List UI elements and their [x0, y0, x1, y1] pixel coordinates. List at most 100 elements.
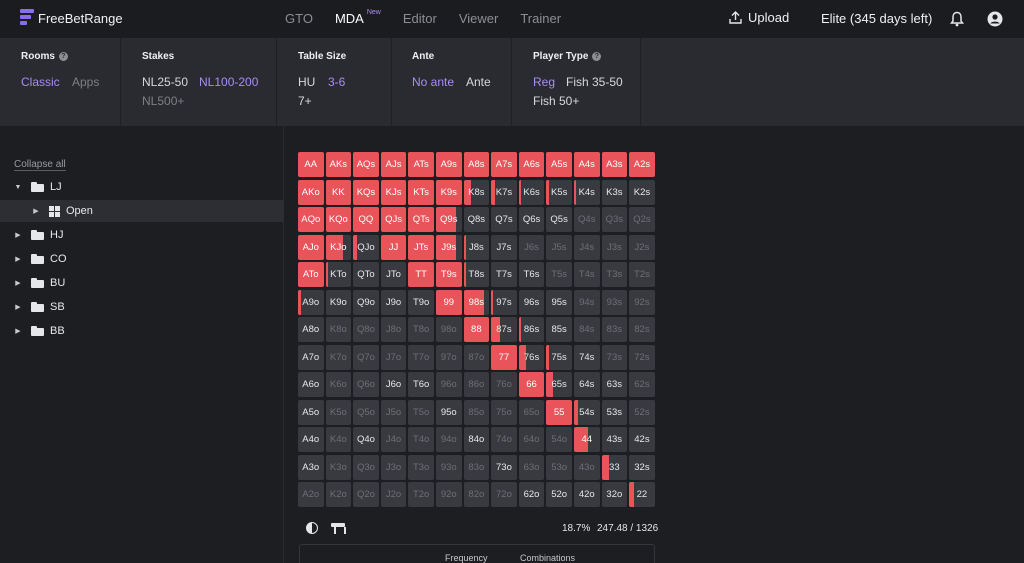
- hand-cell-t6s[interactable]: T6s: [518, 262, 545, 287]
- caret-right-icon[interactable]: ▶: [31, 207, 41, 215]
- hand-cell-jj[interactable]: JJ: [380, 234, 407, 260]
- hand-cell-k6o[interactable]: K6o: [325, 372, 352, 397]
- hand-cell-q5o[interactable]: Q5o: [353, 399, 379, 425]
- hand-cell-jts[interactable]: JTs: [408, 234, 434, 260]
- hand-cell-q9o[interactable]: Q9o: [353, 289, 379, 315]
- hand-cell-j8s[interactable]: J8s: [463, 234, 490, 260]
- hand-cell-42s[interactable]: 42s: [629, 427, 655, 452]
- hand-cell-t3s[interactable]: T3s: [601, 262, 628, 287]
- hand-cell-qts[interactable]: QTs: [408, 207, 434, 232]
- hand-cell-a5s[interactable]: A5s: [546, 152, 572, 177]
- filter-option-nl100-200[interactable]: NL100-200: [199, 75, 258, 89]
- hand-cell-qjo[interactable]: QJo: [353, 234, 379, 260]
- tree-item-bb[interactable]: ▶ BB: [0, 320, 284, 342]
- hand-cell-t2s[interactable]: T2s: [629, 262, 655, 287]
- hand-cell-kk[interactable]: KK: [325, 179, 352, 205]
- hand-cell-j8o[interactable]: J8o: [380, 317, 407, 342]
- hand-cell-t7o[interactable]: T7o: [408, 344, 434, 370]
- hand-cell-a8o[interactable]: A8o: [298, 317, 324, 342]
- help-icon[interactable]: ?: [58, 52, 68, 61]
- hand-cell-k5o[interactable]: K5o: [325, 399, 352, 425]
- tree-item-sb[interactable]: ▶ SB: [0, 296, 284, 318]
- hand-cell-q5s[interactable]: Q5s: [546, 207, 572, 232]
- hand-cell-95s[interactable]: 95s: [546, 289, 572, 315]
- hand-cell-73o[interactable]: 73o: [491, 454, 517, 480]
- filter-option-nl25-50[interactable]: NL25-50: [142, 75, 188, 89]
- hand-cell-t8s[interactable]: T8s: [463, 262, 490, 287]
- caret-right-icon[interactable]: ▶: [13, 279, 23, 287]
- hand-cell-k7o[interactable]: K7o: [325, 344, 352, 370]
- hand-cell-52s[interactable]: 52s: [629, 399, 655, 425]
- hand-cell-44[interactable]: 44: [574, 427, 600, 452]
- hand-cell-32s[interactable]: 32s: [629, 454, 655, 480]
- tree-item-hj[interactable]: ▶ HJ: [0, 224, 284, 246]
- hand-cell-88[interactable]: 88: [463, 317, 490, 342]
- hand-cell-a4s[interactable]: A4s: [574, 152, 600, 177]
- hand-cell-q2s[interactable]: Q2s: [629, 207, 655, 232]
- hand-cell-a2o[interactable]: A2o: [298, 482, 324, 507]
- help-icon[interactable]: ?: [592, 52, 602, 61]
- hand-cell-86o[interactable]: 86o: [463, 372, 490, 397]
- hand-cell-aqs[interactable]: AQs: [353, 152, 379, 177]
- hand-cell-77[interactable]: 77: [491, 344, 517, 370]
- hand-cell-93o[interactable]: 93o: [436, 454, 462, 480]
- hand-cell-a4o[interactable]: A4o: [298, 427, 324, 452]
- filter-option-nl500plus[interactable]: NL500+: [142, 94, 184, 108]
- hand-cell-q3s[interactable]: Q3s: [601, 207, 628, 232]
- hand-cell-j9o[interactable]: J9o: [380, 289, 407, 315]
- hand-cell-a7o[interactable]: A7o: [298, 344, 324, 370]
- hand-cell-aa[interactable]: AA: [298, 152, 324, 177]
- hand-cell-82o[interactable]: 82o: [463, 482, 490, 507]
- hand-cell-j2s[interactable]: J2s: [629, 234, 655, 260]
- hand-cell-83s[interactable]: 83s: [601, 317, 628, 342]
- hand-cell-63s[interactable]: 63s: [601, 372, 628, 397]
- filter-option-hu[interactable]: HU: [298, 75, 315, 89]
- hand-cell-k3s[interactable]: K3s: [601, 179, 628, 205]
- hand-cell-kqs[interactable]: KQs: [353, 179, 379, 205]
- hand-cell-kto[interactable]: KTo: [325, 262, 352, 287]
- hand-cell-t9o[interactable]: T9o: [408, 289, 434, 315]
- user-avatar-icon[interactable]: [987, 11, 1003, 27]
- contrast-toggle-icon[interactable]: [306, 522, 318, 534]
- caret-right-icon[interactable]: ▶: [13, 255, 23, 263]
- hand-cell-86s[interactable]: 86s: [518, 317, 545, 342]
- subscription-status[interactable]: Elite (345 days left): [821, 11, 932, 26]
- upload-button[interactable]: Upload: [729, 10, 789, 25]
- filter-option-reg[interactable]: Reg: [533, 75, 555, 89]
- hand-cell-74o[interactable]: 74o: [491, 427, 517, 452]
- nav-trainer[interactable]: Trainer: [520, 11, 561, 26]
- hand-cell-99[interactable]: 99: [436, 289, 462, 315]
- hand-cell-65s[interactable]: 65s: [546, 372, 572, 397]
- hand-cell-t5s[interactable]: T5s: [546, 262, 572, 287]
- hand-cell-j4o[interactable]: J4o: [380, 427, 407, 452]
- hand-cell-96s[interactable]: 96s: [518, 289, 545, 315]
- hand-cell-52o[interactable]: 52o: [546, 482, 572, 507]
- nav-viewer[interactable]: Viewer: [459, 11, 499, 26]
- hand-cell-k7s[interactable]: K7s: [491, 179, 517, 205]
- hand-cell-32o[interactable]: 32o: [601, 482, 628, 507]
- hand-cell-aks[interactable]: AKs: [325, 152, 352, 177]
- hand-cell-66[interactable]: 66: [518, 372, 545, 397]
- hand-cell-j5s[interactable]: J5s: [546, 234, 572, 260]
- hand-cell-kts[interactable]: KTs: [408, 179, 434, 205]
- hand-cell-87s[interactable]: 87s: [491, 317, 517, 342]
- hand-cell-aqo[interactable]: AQo: [298, 207, 324, 232]
- nav-mda[interactable]: MDA New: [335, 9, 381, 26]
- hand-cell-76s[interactable]: 76s: [518, 344, 545, 370]
- hand-cell-98s[interactable]: 98s: [463, 289, 490, 315]
- hand-cell-54s[interactable]: 54s: [574, 399, 600, 425]
- hand-cell-95o[interactable]: 95o: [436, 399, 462, 425]
- hand-cell-k8o[interactable]: K8o: [325, 317, 352, 342]
- tree-item-bu[interactable]: ▶ BU: [0, 272, 284, 294]
- hand-cell-k9s[interactable]: K9s: [436, 179, 462, 205]
- hand-cell-t4o[interactable]: T4o: [408, 427, 434, 452]
- hand-cell-92s[interactable]: 92s: [629, 289, 655, 315]
- caret-right-icon[interactable]: ▶: [13, 231, 23, 239]
- hand-cell-a5o[interactable]: A5o: [298, 399, 324, 425]
- hand-cell-a9o[interactable]: A9o: [298, 289, 324, 315]
- hand-cell-ajo[interactable]: AJo: [298, 234, 324, 260]
- hand-cell-t9s[interactable]: T9s: [436, 262, 462, 287]
- hand-cell-j6s[interactable]: J6s: [518, 234, 545, 260]
- hand-cell-k2s[interactable]: K2s: [629, 179, 655, 205]
- hand-cell-ato[interactable]: ATo: [298, 262, 324, 287]
